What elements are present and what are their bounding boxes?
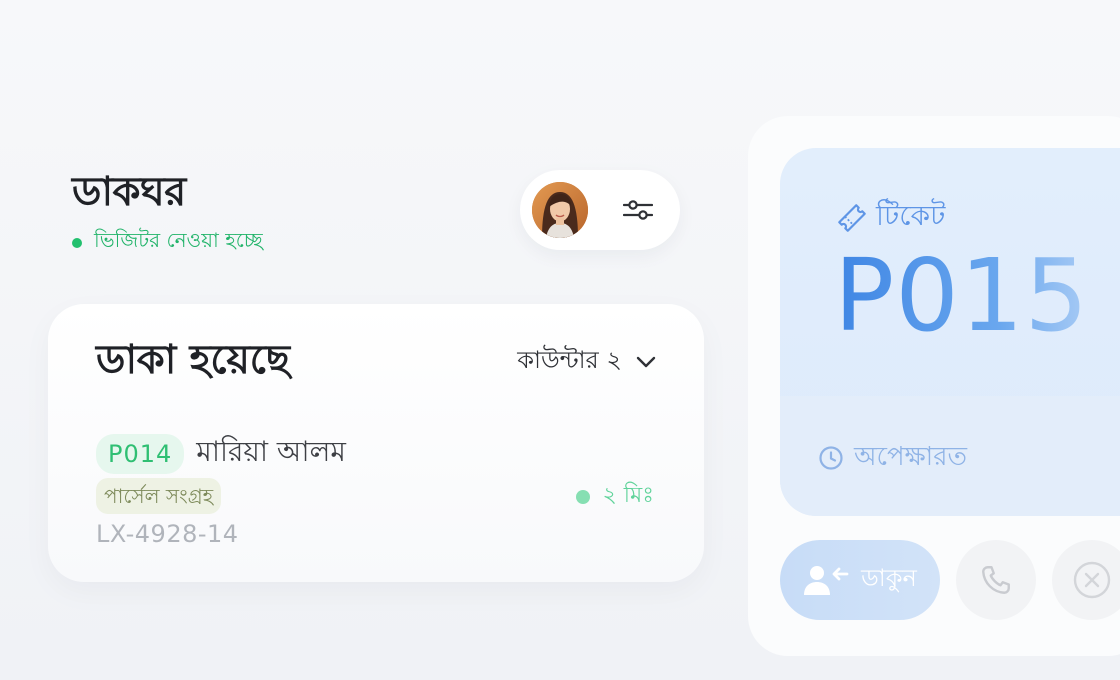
ticket-label-text: টিকেট <box>876 199 946 232</box>
cancel-icon <box>1073 561 1111 599</box>
tracking-code: LX-4928-14 <box>96 520 239 548</box>
call-button-label: ডাকুন <box>861 564 917 592</box>
service-tag: পার্সেল সংগ্রহ <box>96 478 222 514</box>
wait-dot <box>576 489 591 504</box>
phone-icon <box>982 566 1010 594</box>
list-item[interactable]: P014 মারিয়া আলম <box>96 430 346 477</box>
current-ticket-card: টিকেট P015 অপেক্ষারত <box>780 148 1120 516</box>
clock-icon <box>819 446 843 470</box>
wait-time-text: ২ মিঃ <box>602 483 654 508</box>
status-text: ভিজিটর নেওয়া হচ্ছে <box>94 228 263 252</box>
ticket-label: টিকেট <box>836 194 945 241</box>
counter-select-label: কাউন্টার ২ <box>517 346 622 374</box>
current-ticket-number: P015 <box>834 237 1090 354</box>
customer-name: মারিয়া আলম <box>196 435 346 468</box>
called-title: ডাকা হয়েছে <box>96 337 290 383</box>
called-card: ডাকা হয়েছে কাউন্টার ২ P014 মারিয়া আলম … <box>48 304 704 582</box>
status-dot <box>72 237 82 248</box>
wait-time: ২ মিঃ <box>576 478 654 515</box>
sliders-icon <box>623 200 653 220</box>
filter-button[interactable] <box>616 188 660 232</box>
status-indicator: ভিজিটর নেওয়া হচ্ছে <box>72 226 263 259</box>
user-controls <box>520 170 680 250</box>
avatar[interactable] <box>532 182 588 238</box>
cancel-button[interactable] <box>1052 540 1120 620</box>
chevron-down-icon <box>636 356 656 368</box>
user-call-icon <box>804 566 849 595</box>
counter-select[interactable]: কাউন্টার ২ <box>517 342 656 382</box>
call-button[interactable]: ডাকুন <box>780 540 940 620</box>
waiting-status-text: অপেক্ষারত <box>854 442 968 472</box>
page-title: ডাকঘর <box>72 169 186 215</box>
phone-button[interactable] <box>956 540 1036 620</box>
current-ticket-panel: টিকেট P015 অপেক্ষারত ডাকুন <box>748 116 1120 656</box>
ticket-icon <box>838 203 866 232</box>
app-canvas: ডাকঘর ভিজিটর নেওয়া হচ্ছে ডাকা হয়েছে কা… <box>0 0 1120 680</box>
ticket-badge: P014 <box>96 433 185 474</box>
waiting-status: অপেক্ষারত <box>818 436 967 480</box>
